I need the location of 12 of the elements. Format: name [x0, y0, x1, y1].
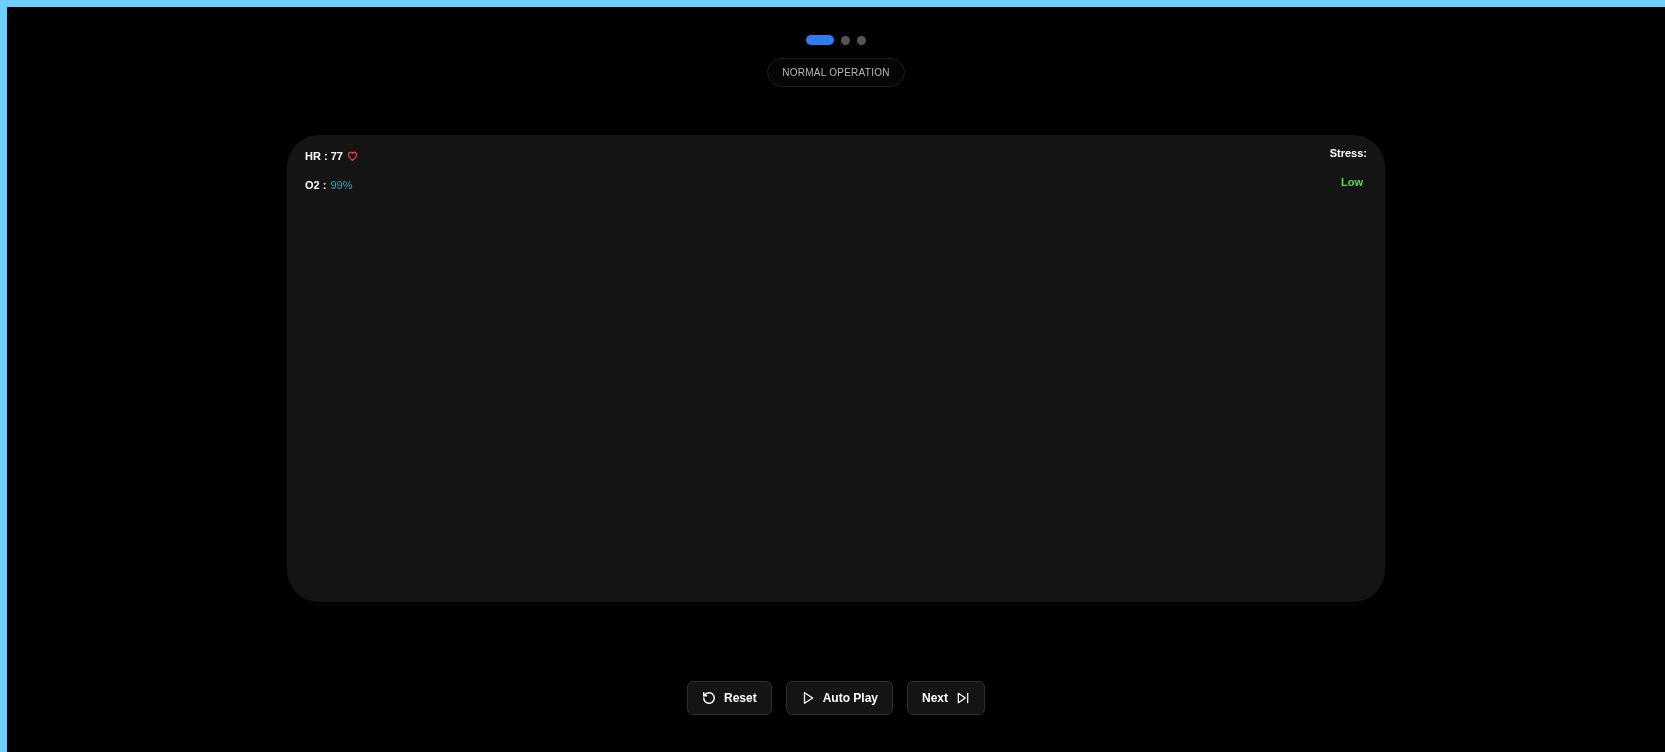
mode-badge: NORMAL OPERATION	[767, 58, 905, 87]
reset-icon	[701, 691, 716, 705]
heart-icon	[346, 151, 358, 162]
next-button[interactable]: Next	[907, 681, 985, 715]
reset-button[interactable]: Reset	[686, 681, 772, 715]
oxygen-value: 99%	[330, 177, 353, 193]
auto-play-button[interactable]: Auto Play	[785, 681, 893, 715]
heart-rate-label: HR : 77	[305, 149, 343, 164]
oxygen-label: O2 :	[305, 177, 327, 193]
stress-label: Stress:	[1329, 146, 1367, 161]
skip-forward-icon	[956, 691, 970, 705]
stress-value: Low	[1341, 174, 1364, 190]
